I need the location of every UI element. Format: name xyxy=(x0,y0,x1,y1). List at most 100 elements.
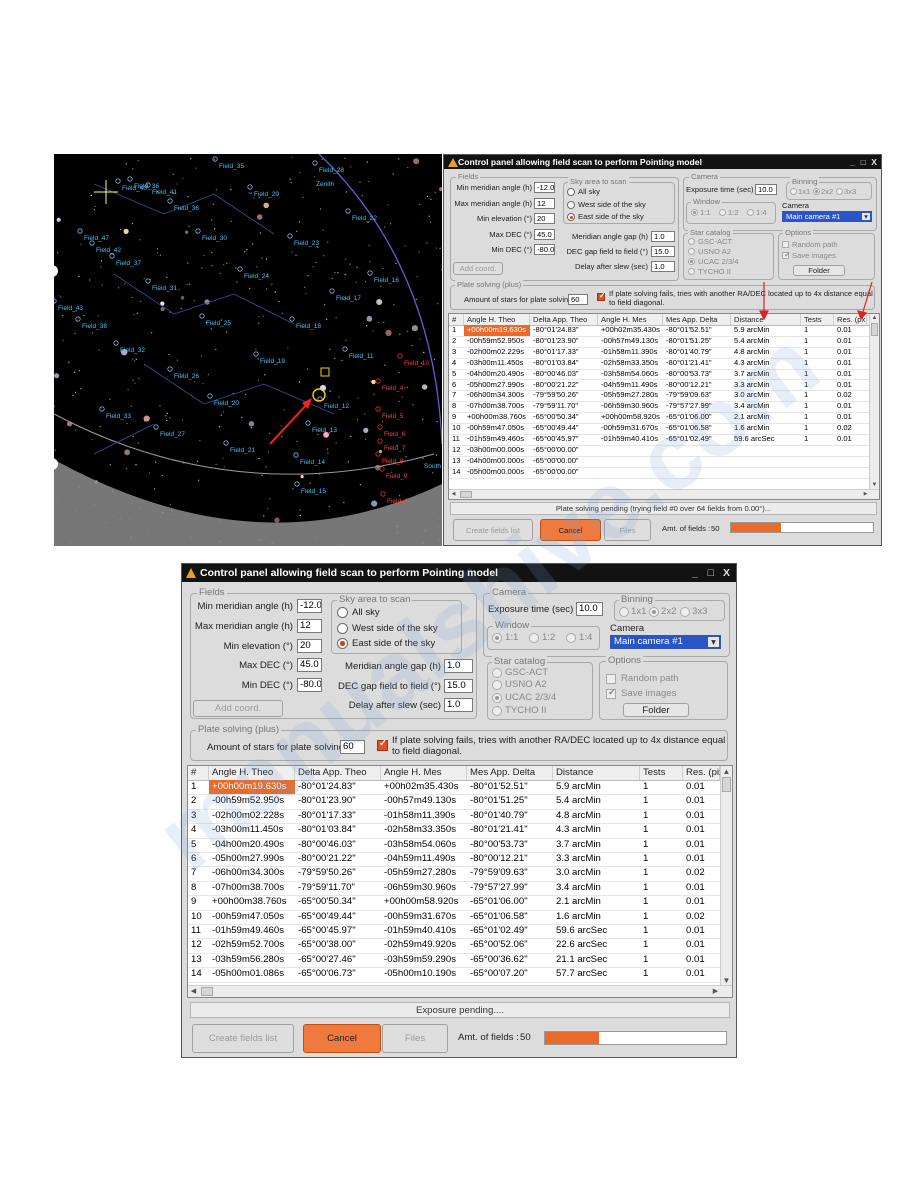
files-button[interactable]: Files xyxy=(604,519,651,541)
cat-gsc-radio[interactable] xyxy=(688,238,695,245)
column-header[interactable]: Angle H. Theo xyxy=(464,314,530,325)
meridian-gap-input[interactable]: 1.0 xyxy=(651,231,675,242)
column-header[interactable]: Angle H. Theo xyxy=(209,766,295,780)
table-row[interactable]: 14 -05h00m01.086s -65°00'06.73" -05h00m10.1… xyxy=(188,967,721,983)
plate-retry-checkbox[interactable] xyxy=(597,291,605,301)
horizontal-scrollbar[interactable]: ◀ ▶ xyxy=(188,985,732,997)
table-row[interactable]: 11 -01h59m49.460s -65°00'45.97" -01h59m40.4… xyxy=(188,924,721,940)
column-header[interactable]: Distance xyxy=(553,766,640,780)
add-coord-button[interactable]: Add coord. xyxy=(453,262,503,275)
cancel-button[interactable]: Cancel xyxy=(303,1024,381,1053)
win-2-radio[interactable] xyxy=(719,209,726,216)
min-meridian-input[interactable]: -12.0 xyxy=(534,182,555,193)
sky-map-canvas[interactable]: Field_35 Field_36 Field_29 Field_28 Field_40… xyxy=(54,154,442,546)
meridian-gap-input[interactable]: 1.0 xyxy=(444,659,473,673)
close-button[interactable]: X xyxy=(723,564,730,582)
win-2-radio[interactable] xyxy=(529,633,539,643)
fields-table[interactable]: # Angle H. Theo Delta App. Theo Angle H. Me… xyxy=(448,313,880,500)
minimize-button[interactable]: _ xyxy=(692,564,698,582)
add-coord-button[interactable]: Add coord. xyxy=(193,700,283,717)
scroll-thumb[interactable] xyxy=(722,777,731,792)
column-header[interactable]: Mes App. Delta xyxy=(467,766,553,780)
column-header[interactable]: Angle H. Mes xyxy=(381,766,467,780)
horizontal-scrollbar[interactable]: ◀ ▶ xyxy=(449,489,879,499)
vertical-scrollbar[interactable]: ▲ ▼ xyxy=(869,314,879,490)
delay-input[interactable]: 1.0 xyxy=(651,261,675,272)
win-1-radio[interactable] xyxy=(691,209,698,216)
sky-map[interactable]: Field_35 Field_36 Field_29 Field_28 Field_40… xyxy=(54,154,442,546)
sky-all-radio[interactable] xyxy=(567,188,575,196)
column-header[interactable]: # xyxy=(188,766,209,780)
cat-tycho-radio[interactable] xyxy=(492,706,502,716)
table-row[interactable]: 1 +00h00m19.630s -80°01'24.83" +00h02m35.43… xyxy=(188,780,721,796)
fields-table[interactable]: # Angle H. Theo Delta App. Theo Angle H. Me… xyxy=(187,765,733,998)
bin-1x1-radio[interactable] xyxy=(790,188,797,195)
delay-input[interactable]: 1.0 xyxy=(444,698,473,712)
scroll-left-icon[interactable]: ◀ xyxy=(188,986,199,997)
camera-select[interactable]: Main camera #1 ▾ xyxy=(610,635,721,649)
column-header[interactable]: Delta App. Theo xyxy=(295,766,381,780)
table-row[interactable]: 8 -07h00m38.700s -79°59'11.70" -06h59m30.96… xyxy=(188,881,721,897)
create-fields-list-button[interactable]: Create fields list xyxy=(192,1024,294,1053)
dec-gap-input[interactable]: 15.0 xyxy=(444,679,473,693)
table-row[interactable]: 3 -02h00m02.228s -80°01'17.33" -01h58m11.39… xyxy=(188,809,721,825)
exposure-input[interactable]: 10.0 xyxy=(576,602,603,616)
bin-3x3-radio[interactable] xyxy=(680,607,690,617)
cancel-button[interactable]: Cancel xyxy=(540,519,601,541)
sky-west-radio[interactable] xyxy=(337,623,348,634)
random-path-checkbox[interactable] xyxy=(606,674,616,684)
bin-2x2-radio[interactable] xyxy=(649,607,659,617)
scroll-thumb[interactable] xyxy=(871,323,878,336)
table-row[interactable]: 7 -06h00m34.300s -79°59'50.26" -05h59m27.28… xyxy=(188,866,721,882)
min-dec-input[interactable]: -80.0 xyxy=(297,678,322,692)
maximize-button[interactable]: □ xyxy=(861,155,866,169)
vertical-scrollbar[interactable]: ▲ ▼ xyxy=(720,766,732,986)
save-images-checkbox[interactable] xyxy=(782,250,790,259)
min-elevation-input[interactable]: 20 xyxy=(297,639,322,653)
table-row[interactable]: 2 -00h59m52.950s -80°01'23.90" -00h57m49.13… xyxy=(188,794,721,810)
column-header[interactable]: Mes App. Delta xyxy=(663,314,731,325)
column-header[interactable]: Res. (pix xyxy=(683,766,724,780)
cat-gsc-radio[interactable] xyxy=(492,668,502,678)
win-1-radio[interactable] xyxy=(492,633,502,643)
save-images-checkbox[interactable] xyxy=(606,687,616,699)
cat-ucac-radio[interactable] xyxy=(688,258,695,265)
cat-tycho-radio[interactable] xyxy=(688,268,695,275)
bin-1x1-radio[interactable] xyxy=(619,607,629,617)
scroll-up-icon[interactable]: ▲ xyxy=(870,314,879,323)
column-header[interactable]: Res. (px xyxy=(834,314,867,325)
scroll-right-icon[interactable]: ▶ xyxy=(710,986,721,997)
sky-east-radio[interactable] xyxy=(567,213,575,221)
min-meridian-input[interactable]: -12.0 xyxy=(297,599,322,613)
table-row[interactable]: 4 -03h00m11.450s -80°01'03.84" -02h58m33.35… xyxy=(188,823,721,839)
table-row[interactable]: 13 -03h59m56.280s -65°00'27.46" -03h59m59.2… xyxy=(188,953,721,969)
cat-usno-radio[interactable] xyxy=(492,680,502,690)
max-meridian-input[interactable]: 12 xyxy=(534,198,555,209)
table-row[interactable]: 5 -04h00m20.490s -80°00'46.03" -03h58m54.06… xyxy=(188,838,721,853)
win-3-radio[interactable] xyxy=(747,209,754,216)
column-header[interactable]: Tests xyxy=(801,314,834,325)
scroll-thumb[interactable] xyxy=(460,491,472,498)
random-path-checkbox[interactable] xyxy=(782,241,789,248)
chevron-down-icon[interactable]: ▾ xyxy=(708,637,719,648)
sky-west-radio[interactable] xyxy=(567,201,575,209)
folder-button[interactable]: Folder xyxy=(623,703,689,717)
sky-east-radio[interactable] xyxy=(337,638,348,649)
table-row[interactable]: 12 -02h59m52.700s -65°00'38.00" -02h59m49.9… xyxy=(188,938,721,954)
plate-retry-checkbox[interactable] xyxy=(377,738,388,751)
column-header[interactable]: Delta App. Theo xyxy=(530,314,598,325)
scroll-left-icon[interactable]: ◀ xyxy=(449,490,458,499)
table-row[interactable]: 10 -00h59m47.050s -65°00'49.44" -00h59m31.6… xyxy=(188,910,721,925)
column-header[interactable]: Angle H. Mes xyxy=(598,314,663,325)
min-dec-input[interactable]: -80.0 xyxy=(534,244,555,255)
exposure-input[interactable]: 10.0 xyxy=(755,184,777,195)
files-button[interactable]: Files xyxy=(382,1024,448,1053)
folder-button[interactable]: Folder xyxy=(793,265,845,276)
table-row[interactable]: 9 +00h00m38.760s -65°00'50.34" +00h00m58.92… xyxy=(188,895,721,911)
dec-gap-input[interactable]: 15.0 xyxy=(651,246,675,257)
maximize-button[interactable]: □ xyxy=(708,564,714,582)
min-elevation-input[interactable]: 20 xyxy=(534,213,555,224)
scroll-thumb[interactable] xyxy=(201,987,213,996)
win-3-radio[interactable] xyxy=(566,633,576,643)
create-fields-list-button[interactable]: Create fields list xyxy=(453,519,533,541)
